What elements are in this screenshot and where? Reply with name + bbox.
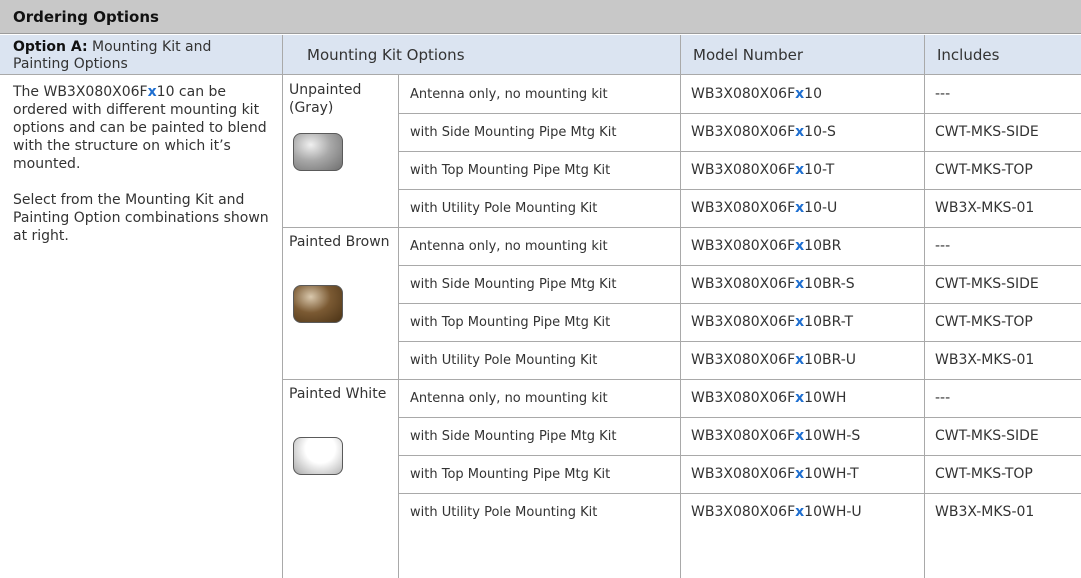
model-number: WB3X080X06Fx10-T [681,152,924,189]
model-number-prefix: WB3X080X06F [691,238,796,254]
model-number-prefix: WB3X080X06F [691,428,796,444]
model-number-prefix: WB3X080X06F [691,314,796,330]
model-number-variable: x [795,352,805,368]
model-number-variable: x [795,504,805,520]
paint-group-label: Painted Brown [289,234,390,250]
mounting-kit-option: with Top Mounting Pipe Mtg Kit [410,467,611,482]
model-number-variable: x [795,124,805,140]
mounting-kit-option: with Utility Pole Mounting Kit [410,505,598,520]
paint-group-label: Painted White [289,386,387,402]
model-number-suffix: 10BR-T [804,314,854,330]
column-header-mounting-kit: Mounting Kit Options [282,35,680,75]
model-number: WB3X080X06Fx10 [681,76,924,113]
paint-group: Unpainted (Gray) [282,75,398,227]
model-number: WB3X080X06Fx10BR [681,228,924,265]
model-number: WB3X080X06Fx10BR-T [681,304,924,341]
model-number-prefix: WB3X080X06F [691,390,796,406]
model-number-prefix: WB3X080X06F [691,200,796,216]
includes-value: CWT-MKS-TOP [935,162,1033,178]
option-a-label: Option A: [13,39,88,55]
option-description: The WB3X080X06Fx10 can be ordered with d… [13,83,275,263]
mounting-kit-option: with Side Mounting Pipe Mtg Kit [410,277,617,292]
model-number-variable: x [795,390,805,406]
model-number-prefix: WB3X080X06F [691,466,796,482]
model-number: WB3X080X06Fx10-U [681,190,924,227]
model-number-suffix: 10WH-T [804,466,859,482]
model-number: WB3X080X06Fx10BR-U [681,342,924,379]
option-a-header: Option A: Mounting Kit and Painting Opti… [0,35,281,75]
model-number-prefix: WB3X080X06F [691,276,796,292]
mounting-kit-option: with Top Mounting Pipe Mtg Kit [410,315,611,330]
model-number: WB3X080X06Fx10WH-T [681,456,924,493]
includes-value: CWT-MKS-TOP [935,466,1033,482]
model-number-prefix: WB3X080X06F [691,162,796,178]
mounting-kit-option: with Top Mounting Pipe Mtg Kit [410,163,611,178]
includes-value: WB3X-MKS-01 [935,200,1035,216]
includes-value: CWT-MKS-TOP [935,314,1033,330]
model-number-suffix: 10-S [804,124,836,140]
column-header-includes: Includes [924,35,1081,75]
model-number-suffix: 10WH-S [804,428,861,444]
ordering-options-sheet: Ordering Options Option A: Mounting Kit … [0,0,1081,578]
model-number-suffix: 10WH-U [804,504,862,520]
description-model-variable: x [147,84,157,100]
model-number-variable: x [795,238,805,254]
includes-value: WB3X-MKS-01 [935,352,1035,368]
model-number: WB3X080X06Fx10WH-U [681,494,924,531]
includes-value: --- [935,238,951,254]
model-number-variable: x [795,466,805,482]
model-number-variable: x [795,200,805,216]
model-number: WB3X080X06Fx10BR-S [681,266,924,303]
mounting-kit-option: with Utility Pole Mounting Kit [410,353,598,368]
mounting-kit-option: with Utility Pole Mounting Kit [410,201,598,216]
section-title: Ordering Options [0,0,1081,34]
model-number-suffix: 10-U [804,200,838,216]
model-number-prefix: WB3X080X06F [691,352,796,368]
mounting-kit-option: Antenna only, no mounting kit [410,391,608,406]
table-header-row: Option A: Mounting Kit and Painting Opti… [0,35,1081,75]
includes-value: CWT-MKS-SIDE [935,428,1039,444]
model-number-suffix: 10 [804,86,822,102]
paint-color-swatch [293,285,343,323]
includes-value: --- [935,86,951,102]
model-number: WB3X080X06Fx10WH-S [681,418,924,455]
model-number-suffix: 10BR [804,238,842,254]
includes-value: --- [935,390,951,406]
column-header-model-number: Model Number [680,35,924,75]
model-number-prefix: WB3X080X06F [691,124,796,140]
model-number-variable: x [795,162,805,178]
includes-value: WB3X-MKS-01 [935,504,1035,520]
model-number-suffix: 10WH [804,390,847,406]
model-number-prefix: WB3X080X06F [691,86,796,102]
model-number-suffix: 10BR-S [804,276,855,292]
model-number-suffix: 10-T [804,162,835,178]
mounting-kit-option: with Side Mounting Pipe Mtg Kit [410,125,617,140]
includes-value: CWT-MKS-SIDE [935,276,1039,292]
paint-group: Painted White [282,379,398,531]
paint-group-label: Unpainted (Gray) [289,82,362,116]
description-paragraph-1: The WB3X080X06Fx10 can be ordered with d… [13,83,275,173]
description-paragraph-2: Select from the Mounting Kit and Paintin… [13,192,269,244]
model-number: WB3X080X06Fx10WH [681,380,924,417]
model-number-variable: x [795,86,805,102]
paint-color-swatch [293,437,343,475]
mounting-kit-option: Antenna only, no mounting kit [410,239,608,254]
paint-group: Painted Brown [282,227,398,379]
model-number-prefix: WB3X080X06F [691,504,796,520]
model-number-suffix: 10BR-U [804,352,857,368]
model-number-variable: x [795,276,805,292]
includes-value: CWT-MKS-SIDE [935,124,1039,140]
mounting-kit-option: Antenna only, no mounting kit [410,87,608,102]
model-number-variable: x [795,314,805,330]
description-model-prefix: The WB3X080X06F [13,84,148,100]
paint-color-swatch [293,133,343,171]
model-number-variable: x [795,428,805,444]
model-number: WB3X080X06Fx10-S [681,114,924,151]
mounting-kit-option: with Side Mounting Pipe Mtg Kit [410,429,617,444]
